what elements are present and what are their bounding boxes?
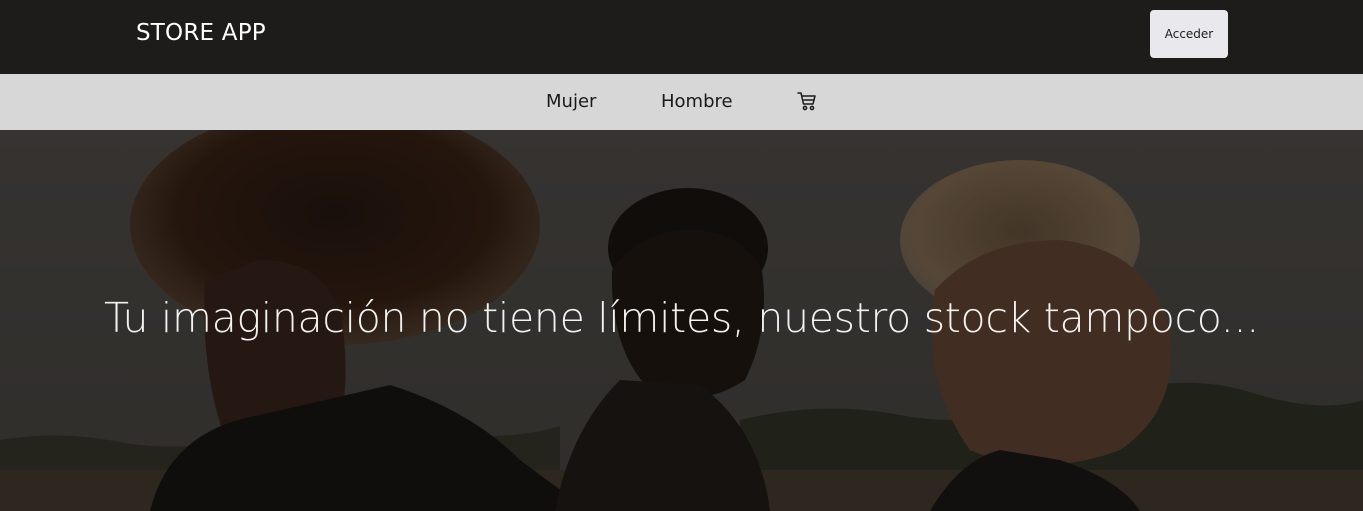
shopping-cart-icon[interactable] <box>796 90 818 112</box>
login-button[interactable]: Acceder <box>1150 10 1228 58</box>
brand-logo[interactable]: STORE APP <box>136 20 266 46</box>
top-header: STORE APP Acceder <box>0 0 1363 74</box>
hero-banner: Tu imaginación no tiene límites, nuestro… <box>0 130 1363 511</box>
category-nav: Mujer Hombre <box>0 74 1363 130</box>
nav-link-hombre[interactable]: Hombre <box>661 91 733 112</box>
hero-headline: Tu imaginación no tiene límites, nuestro… <box>103 294 1259 342</box>
nav-link-mujer[interactable]: Mujer <box>546 91 596 112</box>
